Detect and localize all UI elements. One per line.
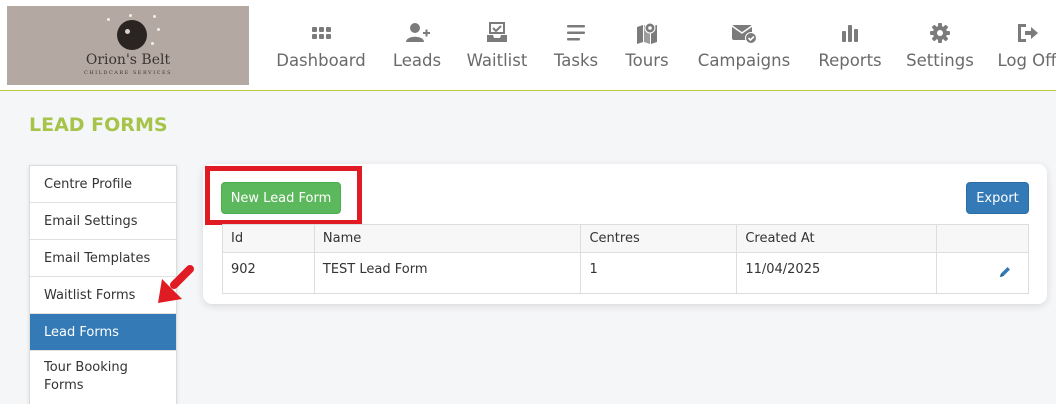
pencil-edit-icon[interactable] [998, 265, 1012, 279]
column-header-centres[interactable]: Centres [580, 224, 738, 253]
sidebar-item-email-settings[interactable]: Email Settings [30, 203, 176, 240]
nav-label: Waitlist [466, 51, 528, 70]
gear-icon [930, 23, 950, 43]
cell-id: 902 [222, 252, 315, 294]
nav-tours[interactable]: Tours [621, 20, 673, 76]
nav-label: Log Off [997, 51, 1056, 70]
map-pin-icon [637, 22, 657, 44]
table-row[interactable]: 902 TEST Lead Form 1 11/04/2025 [222, 252, 1029, 294]
add-user-icon [406, 23, 430, 42]
dashboard-icon [312, 27, 331, 39]
planet-icon [117, 20, 147, 50]
inbox-check-icon [487, 22, 507, 42]
nav-dashboard[interactable]: Dashboard [272, 20, 370, 76]
nav-label: Campaigns [697, 51, 791, 70]
list-icon [567, 25, 585, 41]
nav-tasks[interactable]: Tasks [550, 20, 602, 76]
logout-icon [1018, 24, 1038, 42]
column-header-id[interactable]: Id [222, 224, 315, 253]
nav-waitlist[interactable]: Waitlist [464, 20, 530, 76]
export-button[interactable]: Export [966, 182, 1029, 214]
sidebar-item-tour-booking-forms[interactable]: Tour Booking Forms [30, 351, 176, 404]
star-icon [107, 18, 110, 21]
envelope-check-icon [731, 25, 757, 44]
brand-tagline: CHILDCARE SERVICES [83, 70, 173, 76]
page-title: LEAD FORMS [29, 114, 168, 136]
brand-name: Orion's Belt [85, 52, 171, 68]
cell-centres: 1 [580, 252, 738, 294]
nav-label: Dashboard [276, 51, 366, 70]
cell-actions [936, 252, 1029, 294]
star-icon [157, 28, 160, 31]
cell-name: TEST Lead Form [313, 252, 582, 294]
column-header-actions [936, 224, 1029, 253]
star-icon [129, 14, 132, 17]
nav-label: Reports [818, 51, 882, 70]
star-icon [153, 15, 156, 18]
nav-settings[interactable]: Settings [904, 20, 976, 76]
sidebar-item-lead-forms[interactable]: Lead Forms [30, 314, 176, 351]
brand-logo[interactable]: Orion's Belt CHILDCARE SERVICES [7, 6, 249, 85]
nav-log-off[interactable]: Log Off [996, 20, 1056, 76]
top-navigation-bar: Orion's Belt CHILDCARE SERVICES Dashboar… [0, 0, 1056, 91]
column-header-created-at[interactable]: Created At [736, 224, 938, 253]
sidebar-item-centre-profile[interactable]: Centre Profile [30, 166, 176, 203]
column-header-name[interactable]: Name [313, 224, 582, 253]
nav-label: Tours [625, 51, 669, 70]
bar-chart-icon [842, 25, 858, 42]
new-lead-form-button[interactable]: New Lead Form [221, 182, 341, 214]
annotation-arrow-icon [158, 265, 194, 303]
nav-label: Tasks [553, 51, 599, 70]
cell-created-at: 11/04/2025 [736, 252, 938, 294]
lead-forms-table: Id Name Centres Created At 902 TEST Lead… [222, 224, 1029, 294]
nav-campaigns[interactable]: Campaigns [694, 20, 794, 76]
nav-label: Leads [392, 51, 442, 70]
nav-leads[interactable]: Leads [388, 20, 446, 76]
table-header-row: Id Name Centres Created At [222, 224, 1029, 253]
star-icon [151, 42, 154, 45]
nav-reports[interactable]: Reports [815, 20, 885, 76]
nav-label: Settings [906, 51, 974, 70]
